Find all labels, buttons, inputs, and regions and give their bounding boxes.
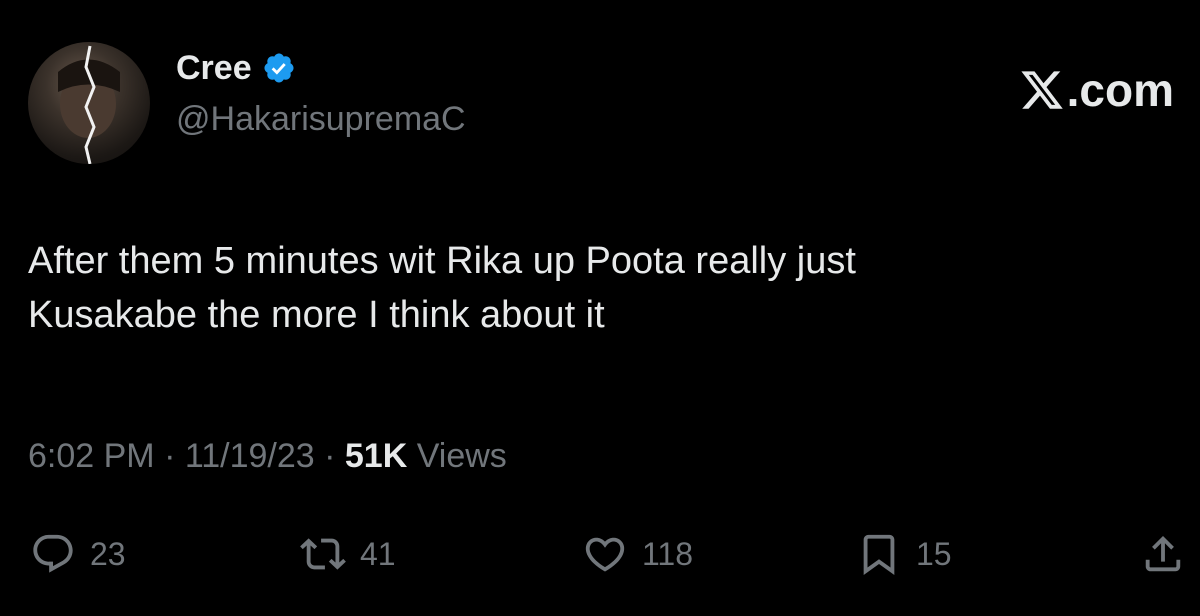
reply-icon [30,531,76,577]
like-button[interactable]: 118 [582,526,693,582]
author-display-name[interactable]: Cree [176,48,252,88]
meta-separator: · [154,437,185,475]
author-handle[interactable]: @HakarisupremaC [176,99,466,139]
tweet-meta: 6:02 PM · 11/19/23 · 51K Views [28,436,507,476]
share-icon [1140,531,1186,577]
brand-text: .com [1066,64,1174,116]
verified-badge-icon [262,51,296,85]
author-name-row[interactable]: Cree [176,48,296,88]
share-button[interactable] [1140,526,1186,582]
views-label: Views [407,437,507,475]
tweet-text-line: Kusakabe the more I think about it [28,294,605,336]
x-logo-icon [1019,67,1065,113]
tweet-text-line: After them 5 minutes wit Rika up Poota r… [28,240,856,282]
like-count: 118 [642,535,694,572]
repost-icon [300,531,346,577]
heart-icon [582,531,628,577]
avatar-image [58,45,120,164]
tweet-text: After them 5 minutes wit Rika up Poota r… [28,234,1148,342]
bookmark-icon [856,531,902,577]
repost-count: 41 [360,535,396,572]
tweet-time[interactable]: 6:02 PM [28,437,155,475]
bookmark-count: 15 [916,535,952,572]
views-count[interactable]: 51K [345,437,407,475]
reply-button[interactable]: 23 [30,526,126,582]
meta-separator: · [314,437,345,475]
action-bar: 23 41 118 15 [0,526,1200,582]
avatar[interactable] [28,42,150,164]
bookmark-button[interactable]: 15 [856,526,952,582]
repost-button[interactable]: 41 [300,526,396,582]
tweet-date[interactable]: 11/19/23 [185,437,315,475]
reply-count: 23 [90,535,126,572]
brand-watermark: .com [1019,66,1174,114]
